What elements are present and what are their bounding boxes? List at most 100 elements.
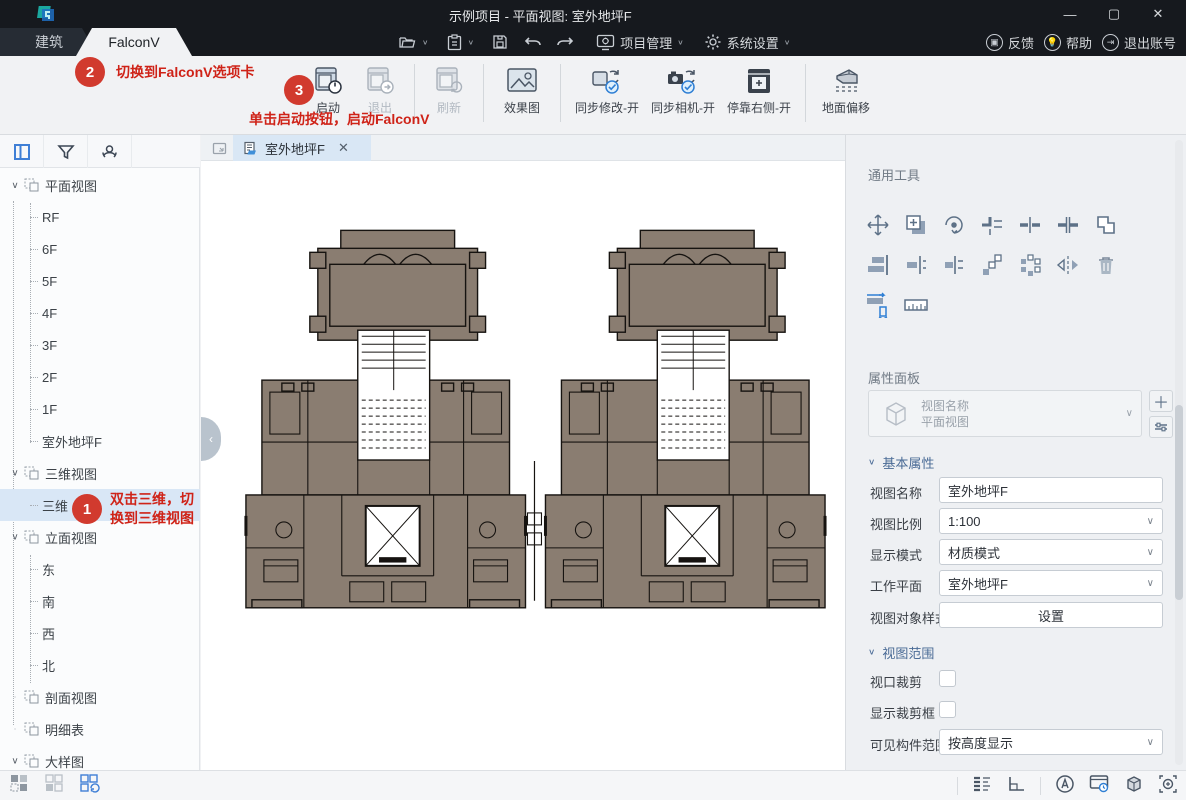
- panel-scrollbar[interactable]: [1175, 140, 1183, 765]
- logout-button[interactable]: ⇥ 退出账号: [1102, 33, 1176, 52]
- section-view-range[interactable]: ∨ 视图范围: [868, 643, 934, 662]
- document-tab-site-plan[interactable]: 室外地坪F ✕: [233, 135, 371, 161]
- match-properties-tool[interactable]: [1093, 212, 1119, 238]
- open-file-dropdown-icon[interactable]: ∨: [422, 38, 429, 47]
- feedback-button[interactable]: ▣ 反馈: [986, 33, 1034, 52]
- chevron-down-icon[interactable]: ∨: [8, 756, 22, 766]
- close-button[interactable]: ✕: [1136, 0, 1180, 28]
- tree-item-west[interactable]: 西: [0, 617, 200, 649]
- delete-tool[interactable]: [1093, 252, 1119, 278]
- grid-viewport-icon[interactable]: [45, 774, 64, 798]
- tree-item-rf[interactable]: RF: [0, 201, 200, 233]
- type-selector-chevron-icon[interactable]: ∨: [1126, 408, 1133, 419]
- multi-viewport-icon[interactable]: [10, 774, 29, 798]
- reset-viewport-icon[interactable]: [80, 774, 100, 798]
- tree-group-details[interactable]: ∨ 大样图: [0, 745, 200, 770]
- dock-right-toggle[interactable]: 停靠右侧-开: [721, 62, 797, 120]
- panel-scrollbar-thumb[interactable]: [1175, 405, 1183, 600]
- maximize-button[interactable]: ▢: [1092, 0, 1136, 28]
- tree-label: 大样图: [45, 752, 84, 771]
- help-icon: 💡: [1044, 34, 1061, 51]
- tree-item-1f[interactable]: 1F: [0, 393, 200, 425]
- tree-item-north[interactable]: 北: [0, 649, 200, 681]
- undo-icon[interactable]: [524, 35, 542, 49]
- view-group-icon: [24, 466, 39, 480]
- paste-icon[interactable]: [447, 34, 462, 51]
- sync-camera-toggle[interactable]: 同步相机-开: [645, 62, 721, 120]
- tree-group-schedules[interactable]: · 明细表: [0, 713, 200, 745]
- tree-group-plan-views[interactable]: ∨ 平面视图: [0, 169, 200, 201]
- trim-extend-tool[interactable]: [979, 212, 1005, 238]
- save-icon[interactable]: [492, 34, 508, 50]
- tree-item-4f[interactable]: 4F: [0, 297, 200, 329]
- split-with-gap-tool[interactable]: [1055, 212, 1081, 238]
- element-list-icon[interactable]: [972, 775, 992, 798]
- move-tool[interactable]: [865, 212, 891, 238]
- tree-item-south[interactable]: 南: [0, 585, 200, 617]
- align-center-tool[interactable]: [903, 252, 929, 278]
- floor-plan-canvas[interactable]: [201, 161, 845, 770]
- tree-item-5f[interactable]: 5F: [0, 265, 200, 297]
- measure-tool[interactable]: [903, 292, 929, 318]
- tree-group-sections[interactable]: · 剖面视图: [0, 681, 200, 713]
- add-type-button[interactable]: ＋: [1149, 390, 1173, 412]
- tree-item-2f[interactable]: 2F: [0, 361, 200, 393]
- tree-item-6f[interactable]: 6F: [0, 233, 200, 265]
- sync-edit-toggle[interactable]: 同步修改-开: [569, 62, 645, 120]
- type-settings-button[interactable]: [1149, 416, 1173, 438]
- logout-label: 退出账号: [1124, 33, 1176, 52]
- crop-region-icon[interactable]: [1006, 775, 1026, 798]
- minimize-button[interactable]: —: [1048, 0, 1092, 28]
- chevron-down-icon: ∨: [868, 458, 875, 467]
- redo-icon[interactable]: [556, 35, 574, 49]
- tree-item-3f[interactable]: 3F: [0, 329, 200, 361]
- document-tab-close-icon[interactable]: ✕: [338, 140, 349, 156]
- align-tool[interactable]: [865, 252, 891, 278]
- object-style-settings-button[interactable]: 设置: [939, 602, 1163, 628]
- chevron-down-icon[interactable]: ∨: [8, 532, 22, 542]
- visible-range-select[interactable]: 按高度显示∨: [939, 729, 1163, 755]
- annotation-visibility-icon[interactable]: [1055, 774, 1075, 799]
- locate-button[interactable]: [88, 135, 132, 168]
- type-selector[interactable]: 视图名称 平面视图 ∨: [868, 390, 1142, 437]
- project-management-menu[interactable]: 项目管理 ∨: [596, 33, 684, 52]
- open-file-icon[interactable]: [398, 34, 416, 50]
- float-window-button[interactable]: [207, 138, 231, 158]
- tree-label: RF: [42, 210, 59, 225]
- radial-array-tool[interactable]: [1017, 252, 1043, 278]
- offset-tool[interactable]: [865, 292, 891, 318]
- display-mode-select[interactable]: 材质模式∨: [939, 539, 1163, 565]
- tree-group-3d-views[interactable]: ∨ 三维视图: [0, 457, 200, 489]
- rotate-tool[interactable]: [941, 212, 967, 238]
- align-distribute-tool[interactable]: [941, 252, 967, 278]
- paste-dropdown-icon[interactable]: ∨: [468, 38, 475, 47]
- help-button[interactable]: 💡 帮助: [1044, 33, 1092, 52]
- render-image-button[interactable]: 效果图: [492, 62, 552, 120]
- section-basic-properties[interactable]: ∨ 基本属性: [868, 453, 934, 472]
- refresh-button[interactable]: 刷新: [423, 62, 475, 120]
- sync-edit-icon: [590, 66, 624, 96]
- split-element-tool[interactable]: [1017, 212, 1043, 238]
- ground-offset-button[interactable]: 地面偏移: [814, 62, 878, 120]
- show-cropbox-checkbox[interactable]: [939, 701, 956, 718]
- work-plane-select[interactable]: 室外地坪F∨: [939, 570, 1163, 596]
- view-group-icon: [24, 754, 39, 768]
- shaded-cube-icon[interactable]: [1124, 774, 1144, 799]
- tab-falconv[interactable]: FalconV: [76, 28, 192, 56]
- chevron-down-icon[interactable]: ∨: [8, 468, 22, 478]
- copy-tool[interactable]: [903, 212, 929, 238]
- zoom-extents-icon[interactable]: [1158, 774, 1178, 799]
- chevron-down-icon[interactable]: ∨: [8, 180, 22, 190]
- filter-button[interactable]: [44, 135, 88, 168]
- tree-item-east[interactable]: 东: [0, 553, 200, 585]
- view-name-input[interactable]: 室外地坪F: [939, 477, 1163, 503]
- system-settings-menu[interactable]: 系统设置 ∨: [704, 33, 791, 52]
- linear-array-tool[interactable]: [979, 252, 1005, 278]
- panel-toggle-button[interactable]: [0, 135, 44, 168]
- tree-item-site-plan[interactable]: 室外地坪F: [0, 425, 200, 457]
- mirror-tool[interactable]: [1055, 252, 1081, 278]
- viewport-crop-checkbox[interactable]: [939, 670, 956, 687]
- view-scale-select[interactable]: 1:100∨: [939, 508, 1163, 534]
- tree-label: 三维: [42, 496, 68, 515]
- view-monitor-icon[interactable]: [1089, 774, 1110, 798]
